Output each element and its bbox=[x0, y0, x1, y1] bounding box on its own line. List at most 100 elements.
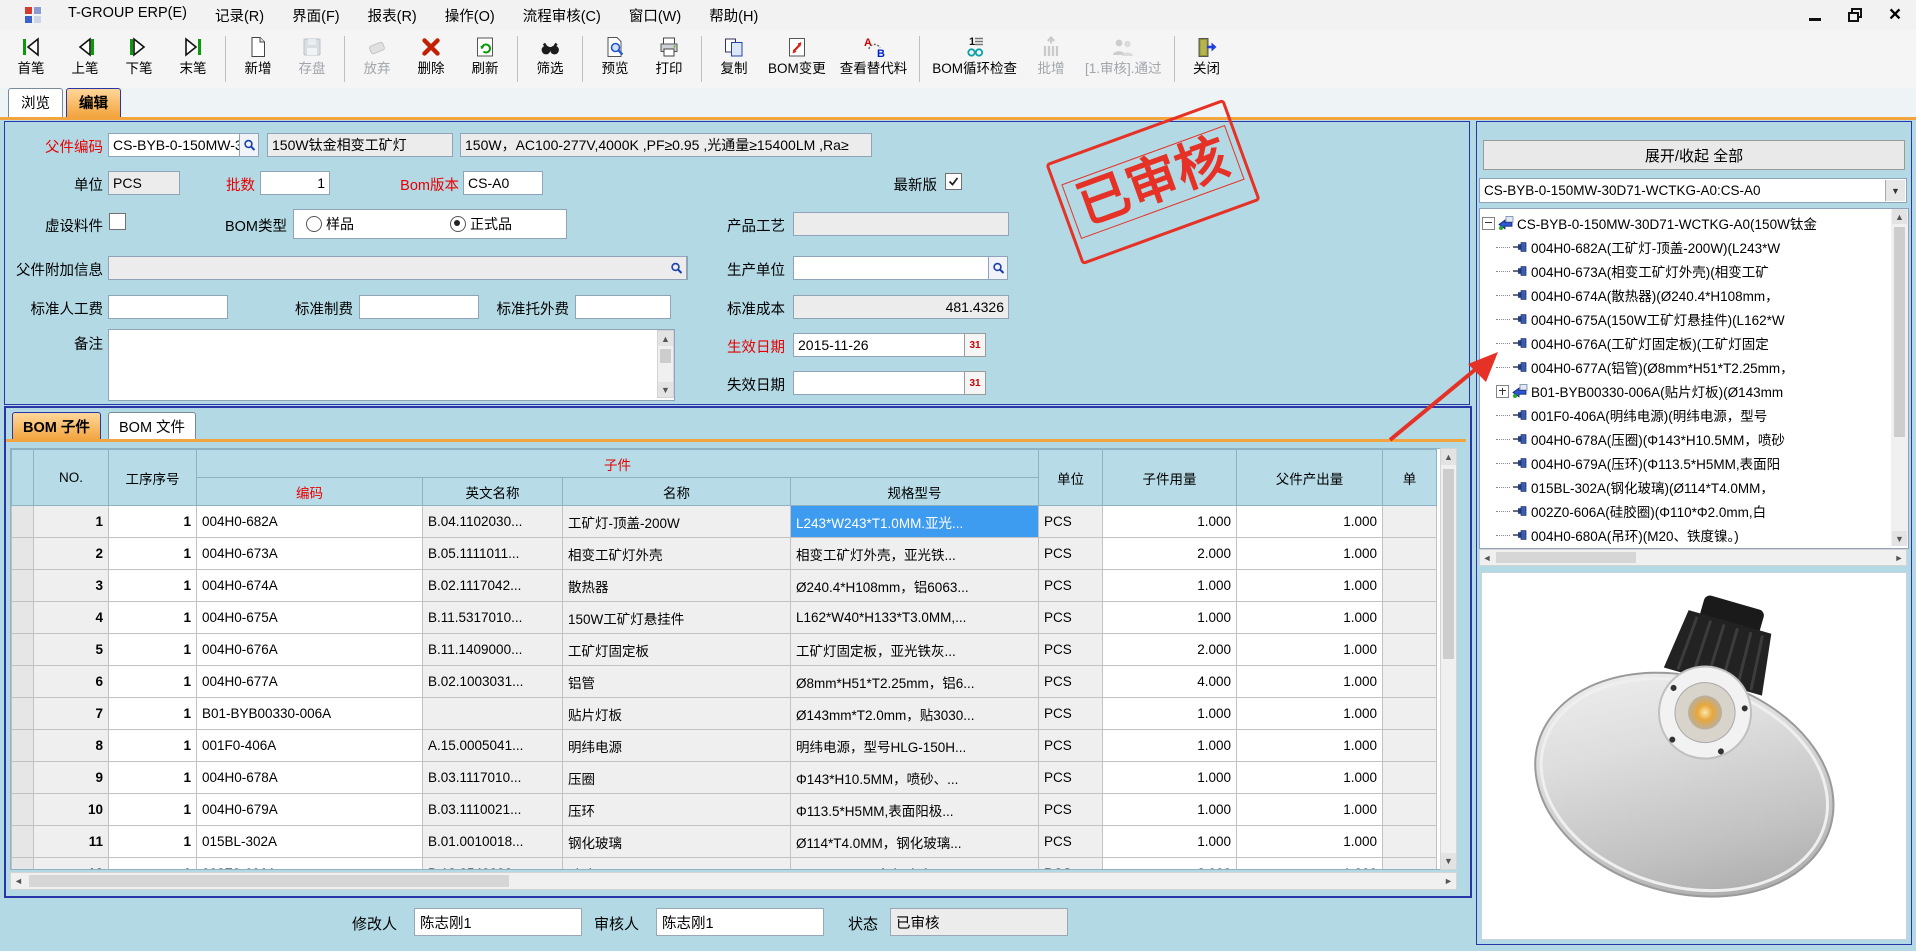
cell-eng-name[interactable] bbox=[423, 698, 563, 730]
cell-spec[interactable]: Φ113.5*H5MM,表面阳极... bbox=[791, 794, 1039, 826]
batch-input[interactable]: 1 bbox=[260, 171, 330, 195]
cell-seq[interactable]: 1 bbox=[109, 634, 197, 666]
cell-qty[interactable]: 1.000 bbox=[1103, 794, 1237, 826]
cell-extra[interactable] bbox=[1383, 570, 1437, 602]
cell-code[interactable]: 004H0-675A bbox=[197, 602, 423, 634]
menu-item[interactable]: 记录(R) bbox=[201, 1, 278, 30]
cell-eng-name[interactable]: B.03.1117010... bbox=[423, 762, 563, 794]
cell-unit[interactable]: PCS bbox=[1039, 762, 1103, 794]
toolbar-button-delete[interactable]: 删除 bbox=[404, 30, 458, 88]
bom-version-select[interactable]: CS-BYB-0-150MW-30D71-WCTKG-A0:CS-A0 ▼ bbox=[1479, 178, 1907, 203]
cell-seq[interactable]: 1 bbox=[109, 570, 197, 602]
menu-item[interactable]: 帮助(H) bbox=[695, 1, 772, 30]
cell-parent-qty[interactable]: 1.000 bbox=[1237, 506, 1383, 538]
virtual-part-checkbox[interactable] bbox=[109, 213, 126, 233]
cell-seq[interactable]: 1 bbox=[109, 858, 197, 871]
table-vscrollbar[interactable]: ▲ ▼ bbox=[1440, 448, 1457, 870]
tree-item[interactable]: 004H0-682A(工矿灯-顶盖-200W)(L243*W bbox=[1482, 235, 1886, 259]
cell-qty[interactable]: 1.000 bbox=[1103, 826, 1237, 858]
parent-code-input[interactable]: CS-BYB-0-150MW-3 bbox=[108, 133, 240, 157]
cell-parent-qty[interactable]: 1.000 bbox=[1237, 826, 1383, 858]
tree-scroll-left-icon[interactable]: ◄ bbox=[1480, 550, 1494, 565]
table-scroll-left-icon[interactable]: ◄ bbox=[11, 873, 26, 889]
tab-browse[interactable]: 浏览 bbox=[8, 88, 63, 117]
toolbar-button-new[interactable]: 新增 bbox=[231, 30, 285, 88]
cell-unit[interactable]: PCS bbox=[1039, 858, 1103, 871]
cell-name[interactable]: 工矿灯固定板 bbox=[563, 634, 791, 666]
cell-name[interactable]: 钢化玻璃 bbox=[563, 826, 791, 858]
cell-extra[interactable] bbox=[1383, 762, 1437, 794]
table-scroll-down-icon[interactable]: ▼ bbox=[1441, 853, 1456, 869]
cell-unit[interactable]: PCS bbox=[1039, 730, 1103, 762]
expire-date-input[interactable] bbox=[793, 371, 965, 395]
remark-scroll-up-icon[interactable]: ▲ bbox=[658, 331, 673, 346]
cell-qty[interactable]: 1.000 bbox=[1103, 698, 1237, 730]
cell-spec[interactable]: Ø114*T4.0MM，钢化玻璃... bbox=[791, 826, 1039, 858]
cell-no[interactable]: 2 bbox=[34, 538, 109, 570]
labor-cost-input[interactable] bbox=[108, 295, 228, 319]
cell-selector[interactable] bbox=[12, 698, 34, 730]
cell-code[interactable]: 002Z0-606A bbox=[197, 858, 423, 871]
cell-extra[interactable] bbox=[1383, 858, 1437, 871]
cell-seq[interactable]: 1 bbox=[109, 826, 197, 858]
cell-no[interactable]: 11 bbox=[34, 826, 109, 858]
tree-collapse-icon[interactable] bbox=[1482, 217, 1495, 230]
tree-item[interactable]: 004H0-680A(吊环)(M20、铁度镍。) bbox=[1482, 523, 1886, 547]
cell-spec[interactable]: 明纬电源，型号HLG-150H... bbox=[791, 730, 1039, 762]
cell-code[interactable]: 001F0-406A bbox=[197, 730, 423, 762]
bom-type-radio-official[interactable]: 正式品 bbox=[450, 214, 512, 234]
bom-type-radio-sample[interactable]: 样品 bbox=[306, 214, 354, 234]
cell-qty[interactable]: 2.000 bbox=[1103, 538, 1237, 570]
cell-qty[interactable]: 2.000 bbox=[1103, 858, 1237, 871]
cell-code[interactable]: 004H0-673A bbox=[197, 538, 423, 570]
cell-extra[interactable] bbox=[1383, 730, 1437, 762]
cell-eng-name[interactable]: B.12.0540000... bbox=[423, 858, 563, 871]
cell-no[interactable]: 8 bbox=[34, 730, 109, 762]
tree-item[interactable]: 004H0-679A(压环)(Φ113.5*H5MM,表面阳 bbox=[1482, 451, 1886, 475]
cell-selector[interactable] bbox=[12, 570, 34, 602]
effective-date-calendar-icon[interactable]: 31 bbox=[964, 333, 986, 357]
cell-extra[interactable] bbox=[1383, 794, 1437, 826]
cell-code[interactable]: 004H0-682A bbox=[197, 506, 423, 538]
cell-no[interactable]: 3 bbox=[34, 570, 109, 602]
tree-root-item[interactable]: CS-BYB-0-150MW-30D71-WCTKG-A0(150W钛金 bbox=[1482, 211, 1886, 235]
cell-eng-name[interactable]: B.03.1110021... bbox=[423, 794, 563, 826]
toolbar-button-bom-loop[interactable]: 1BOM循环检查 bbox=[925, 30, 1024, 88]
cell-selector[interactable] bbox=[12, 794, 34, 826]
cell-spec[interactable]: 工矿灯固定板，亚光铁灰... bbox=[791, 634, 1039, 666]
cell-extra[interactable] bbox=[1383, 666, 1437, 698]
chevron-down-icon[interactable]: ▼ bbox=[1885, 180, 1905, 201]
menu-item[interactable]: 界面(F) bbox=[278, 1, 354, 30]
toolbar-button-refresh[interactable]: 刷新 bbox=[458, 30, 512, 88]
outsource-cost-input[interactable] bbox=[575, 295, 671, 319]
cell-code[interactable]: 015BL-302A bbox=[197, 826, 423, 858]
toolbar-button-preview[interactable]: 预览 bbox=[588, 30, 642, 88]
cell-seq[interactable]: 1 bbox=[109, 538, 197, 570]
cell-selector[interactable] bbox=[12, 730, 34, 762]
cell-qty[interactable]: 2.000 bbox=[1103, 634, 1237, 666]
minimize-button[interactable] bbox=[1802, 4, 1828, 26]
toolbar-button-print[interactable]: 打印 bbox=[642, 30, 696, 88]
cell-name[interactable]: 压环 bbox=[563, 794, 791, 826]
cell-eng-name[interactable]: B.05.1111011... bbox=[423, 538, 563, 570]
menu-item[interactable]: 流程审核(C) bbox=[509, 1, 615, 30]
cell-qty[interactable]: 1.000 bbox=[1103, 570, 1237, 602]
toolbar-button-close[interactable]: 关闭 bbox=[1180, 30, 1234, 88]
bom-version-input[interactable]: CS-A0 bbox=[463, 171, 543, 195]
cell-qty[interactable]: 1.000 bbox=[1103, 730, 1237, 762]
tree-hscrollbar[interactable]: ◄ ► bbox=[1479, 549, 1907, 566]
cell-qty[interactable]: 4.000 bbox=[1103, 666, 1237, 698]
cell-qty[interactable]: 1.000 bbox=[1103, 506, 1237, 538]
cell-unit[interactable]: PCS bbox=[1039, 634, 1103, 666]
tab-bom-files[interactable]: BOM 文件 bbox=[108, 412, 196, 440]
cell-seq[interactable]: 1 bbox=[109, 506, 197, 538]
effective-date-input[interactable]: 2015-11-26 bbox=[793, 333, 965, 357]
cell-code[interactable]: 004H0-674A bbox=[197, 570, 423, 602]
toolbar-button-bom-change[interactable]: BOM变更 bbox=[761, 30, 833, 88]
tree-scroll-up-icon[interactable]: ▲ bbox=[1892, 209, 1907, 224]
tree-scroll-down-icon[interactable]: ▼ bbox=[1892, 531, 1907, 546]
cell-code[interactable]: 004H0-679A bbox=[197, 794, 423, 826]
cell-name[interactable]: 铝管 bbox=[563, 666, 791, 698]
tree-item[interactable]: 002Z0-606A(硅胶圈)(Φ110*Φ2.0mm,白 bbox=[1482, 499, 1886, 523]
cell-spec[interactable]: L162*W40*H133*T3.0MM,... bbox=[791, 602, 1039, 634]
